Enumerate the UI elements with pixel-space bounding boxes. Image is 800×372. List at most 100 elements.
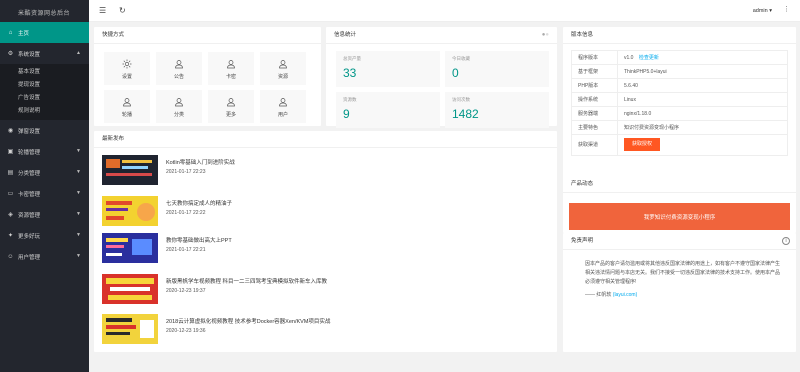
stat-label: 总资产量 [343,56,361,61]
sidebar-item-cardkey[interactable]: ▭ 卡密管理 ▼ [0,183,89,204]
chevron-up-icon: ▲ [76,50,81,56]
quick-item-resource[interactable]: 资源 [260,52,306,85]
sidebar-item-users[interactable]: ☺ 用户管理 ▼ [0,246,89,267]
stat-label: 资源数 [343,97,357,102]
version-key: 服务器端 [572,107,618,120]
gear-icon [121,58,133,70]
quick-label: 公告 [173,73,184,80]
sidebar-subitem[interactable]: 规则说明 [0,105,89,118]
version-value: v1.0 检查更新 [618,51,659,64]
chevron-down-icon: ▼ [76,169,81,175]
quick-label: 更多 [225,111,236,118]
stat-value: 0 [452,66,459,80]
more-icon[interactable]: ⋮ [783,5,790,13]
stat-item[interactable]: 今日收藏 0 [445,51,549,87]
sidebar-subitem[interactable]: 基本设置 [0,66,89,79]
get-auth-button[interactable]: 获取授权 [624,138,661,151]
news-card: 最新发布 Kotlin零基础入门到进阶实战 2021-01-17 22:23 七… [94,131,557,352]
news-item[interactable]: Kotlin零基础入门到进阶实战 2021-01-17 22:23 [102,155,542,185]
quick-item-cardkey[interactable]: 卡密 [208,52,254,85]
version-value: 知识付费资源变现小程序 [624,125,680,131]
version-number: v1.0 [624,55,634,61]
version-key: 主要特色 [572,121,618,134]
version-key: 操作系统 [572,93,618,106]
fun-icon: ✦ [7,233,14,239]
signature-link[interactable]: (layui.com) [613,292,637,298]
quick-title: 快捷方式 [94,27,321,44]
quick-item-carousel[interactable]: 轮播 [104,90,150,123]
resource-icon: ◈ [8,212,13,218]
product-banner[interactable]: 我罗知识付费资源变现小程序 [569,203,790,230]
chevron-down-icon: ▼ [76,232,81,238]
sidebar-item-resource[interactable]: ◈ 资源管理 ▼ [0,204,89,225]
news-item-title: 新版黑帆学车视频教程 科目一二三四驾考宝典模拟软件新车入库教 [166,279,328,285]
version-row: 操作系统 Linux [572,93,787,107]
sidebar-subitem[interactable]: 广告设置 [0,92,89,105]
stat-item[interactable]: 总资产量 33 [336,51,440,87]
sidebar-item-category[interactable]: ▤ 分类管理 ▼ [0,162,89,183]
dynamic-title: 产品动态 [563,176,796,193]
quick-item-notice[interactable]: 公告 [156,52,202,85]
stats-card: 信息统计 ●● 总资产量 33 今日收藏 0 资源数 9 访问次数 1482 [326,27,557,128]
menu-toggle-icon[interactable]: ☰ [99,6,106,15]
carousel-icon: ▣ [7,149,14,155]
carousel-dots[interactable]: ●● [542,27,549,44]
main-content: 快捷方式 设置 公告 卡密 资源 轮播 分类 更多 用户 信息统计 ●● 总资产… [89,22,800,372]
sidebar: 米酷资源网总后台 ⌂ 主页 ⚙ 系统设置 ▲ 基本设置 提现设置 广告设置 规则… [0,0,89,372]
news-item[interactable]: 2018云计算虚拟化视频教程 技术参考Docker容器Xen/KVM项目实战 2… [102,314,542,344]
user-icon [277,96,289,108]
user-menu[interactable]: admin ▾ [753,8,772,14]
news-item-date: 2021-01-17 22:23 [166,169,206,175]
dynamic-card: 产品动态 我罗知识付费资源变现小程序 [563,176,796,233]
sidebar-subitem[interactable]: 提现设置 [0,79,89,92]
disclaimer-card: 免责声明 i 因本产品的客户请勿滥用或将其他违反国家法律的用途上，如有客户不遵守… [563,233,796,352]
news-item-date: 2021-01-17 22:22 [166,210,206,216]
stat-item[interactable]: 资源数 9 [336,92,440,128]
sidebar-item-label: 分类管理 [18,170,41,177]
chevron-down-icon: ▼ [76,211,81,217]
home-icon: ⌂ [8,29,13,36]
quick-label: 资源 [277,73,288,80]
info-icon[interactable]: i [782,237,790,245]
quick-item-category[interactable]: 分类 [156,90,202,123]
user-icon: ☺ [7,253,14,260]
sidebar-item-home[interactable]: ⌂ 主页 [0,22,89,43]
sidebar-item-label: 系统设置 [18,51,41,58]
news-item-title: 教你零基础做出高大上PPT [166,238,232,244]
quick-item-users[interactable]: 用户 [260,90,306,123]
quick-item-more[interactable]: 更多 [208,90,254,123]
version-value: 5.6.40 [624,83,638,89]
check-update-link[interactable]: 检查更新 [639,55,659,61]
sidebar-item-popup[interactable]: ◉ 弹窗设置 [0,120,89,141]
refresh-icon[interactable]: ↻ [119,6,126,15]
quick-label: 分类 [173,111,184,118]
news-title: 最新发布 [94,131,557,148]
news-item[interactable]: 新版黑帆学车视频教程 科目一二三四驾考宝典模拟软件新车入库教 2020-12-2… [102,274,542,304]
sidebar-submenu: 基本设置 提现设置 广告设置 规则说明 [0,64,89,120]
sidebar-item-system[interactable]: ⚙ 系统设置 ▲ [0,43,89,64]
version-value: 获取授权 [618,135,661,155]
news-item[interactable]: 教你零基础做出高大上PPT 2021-01-17 22:21 [102,233,542,263]
quick-grid: 设置 公告 卡密 资源 轮播 分类 更多 用户 [94,44,321,123]
version-row: 程序版本 v1.0 检查更新 [572,51,787,65]
news-item-title: 七天教你搞定成人的精油子 [166,201,233,207]
news-thumbnail [102,155,158,185]
quick-item-settings[interactable]: 设置 [104,52,150,85]
sidebar-item-label: 更多好玩 [18,233,41,240]
app-logo: 米酷资源网总后台 [0,0,89,22]
sidebar-item-more[interactable]: ✦ 更多好玩 ▼ [0,225,89,246]
news-item-title: 2018云计算虚拟化视频教程 技术参考Docker容器Xen/KVM项目实战 [166,319,331,325]
quick-card: 快捷方式 设置 公告 卡密 资源 轮播 分类 更多 用户 [94,27,321,126]
user-icon [121,96,133,108]
user-icon [225,58,237,70]
news-item-date: 2020-12-23 19:36 [166,328,206,334]
category-icon: ▤ [7,170,14,176]
stat-label: 访问次数 [452,97,470,102]
news-thumbnail [102,196,158,226]
news-item[interactable]: 七天教你搞定成人的精油子 2021-01-17 22:22 [102,196,542,226]
stat-item[interactable]: 访问次数 1482 [445,92,549,128]
sidebar-item-label: 资源管理 [18,212,41,219]
sidebar-item-label: 用户管理 [18,254,41,261]
sidebar-item-carousel[interactable]: ▣ 轮播管理 ▼ [0,141,89,162]
news-item-date: 2020-12-23 19:37 [166,288,206,294]
